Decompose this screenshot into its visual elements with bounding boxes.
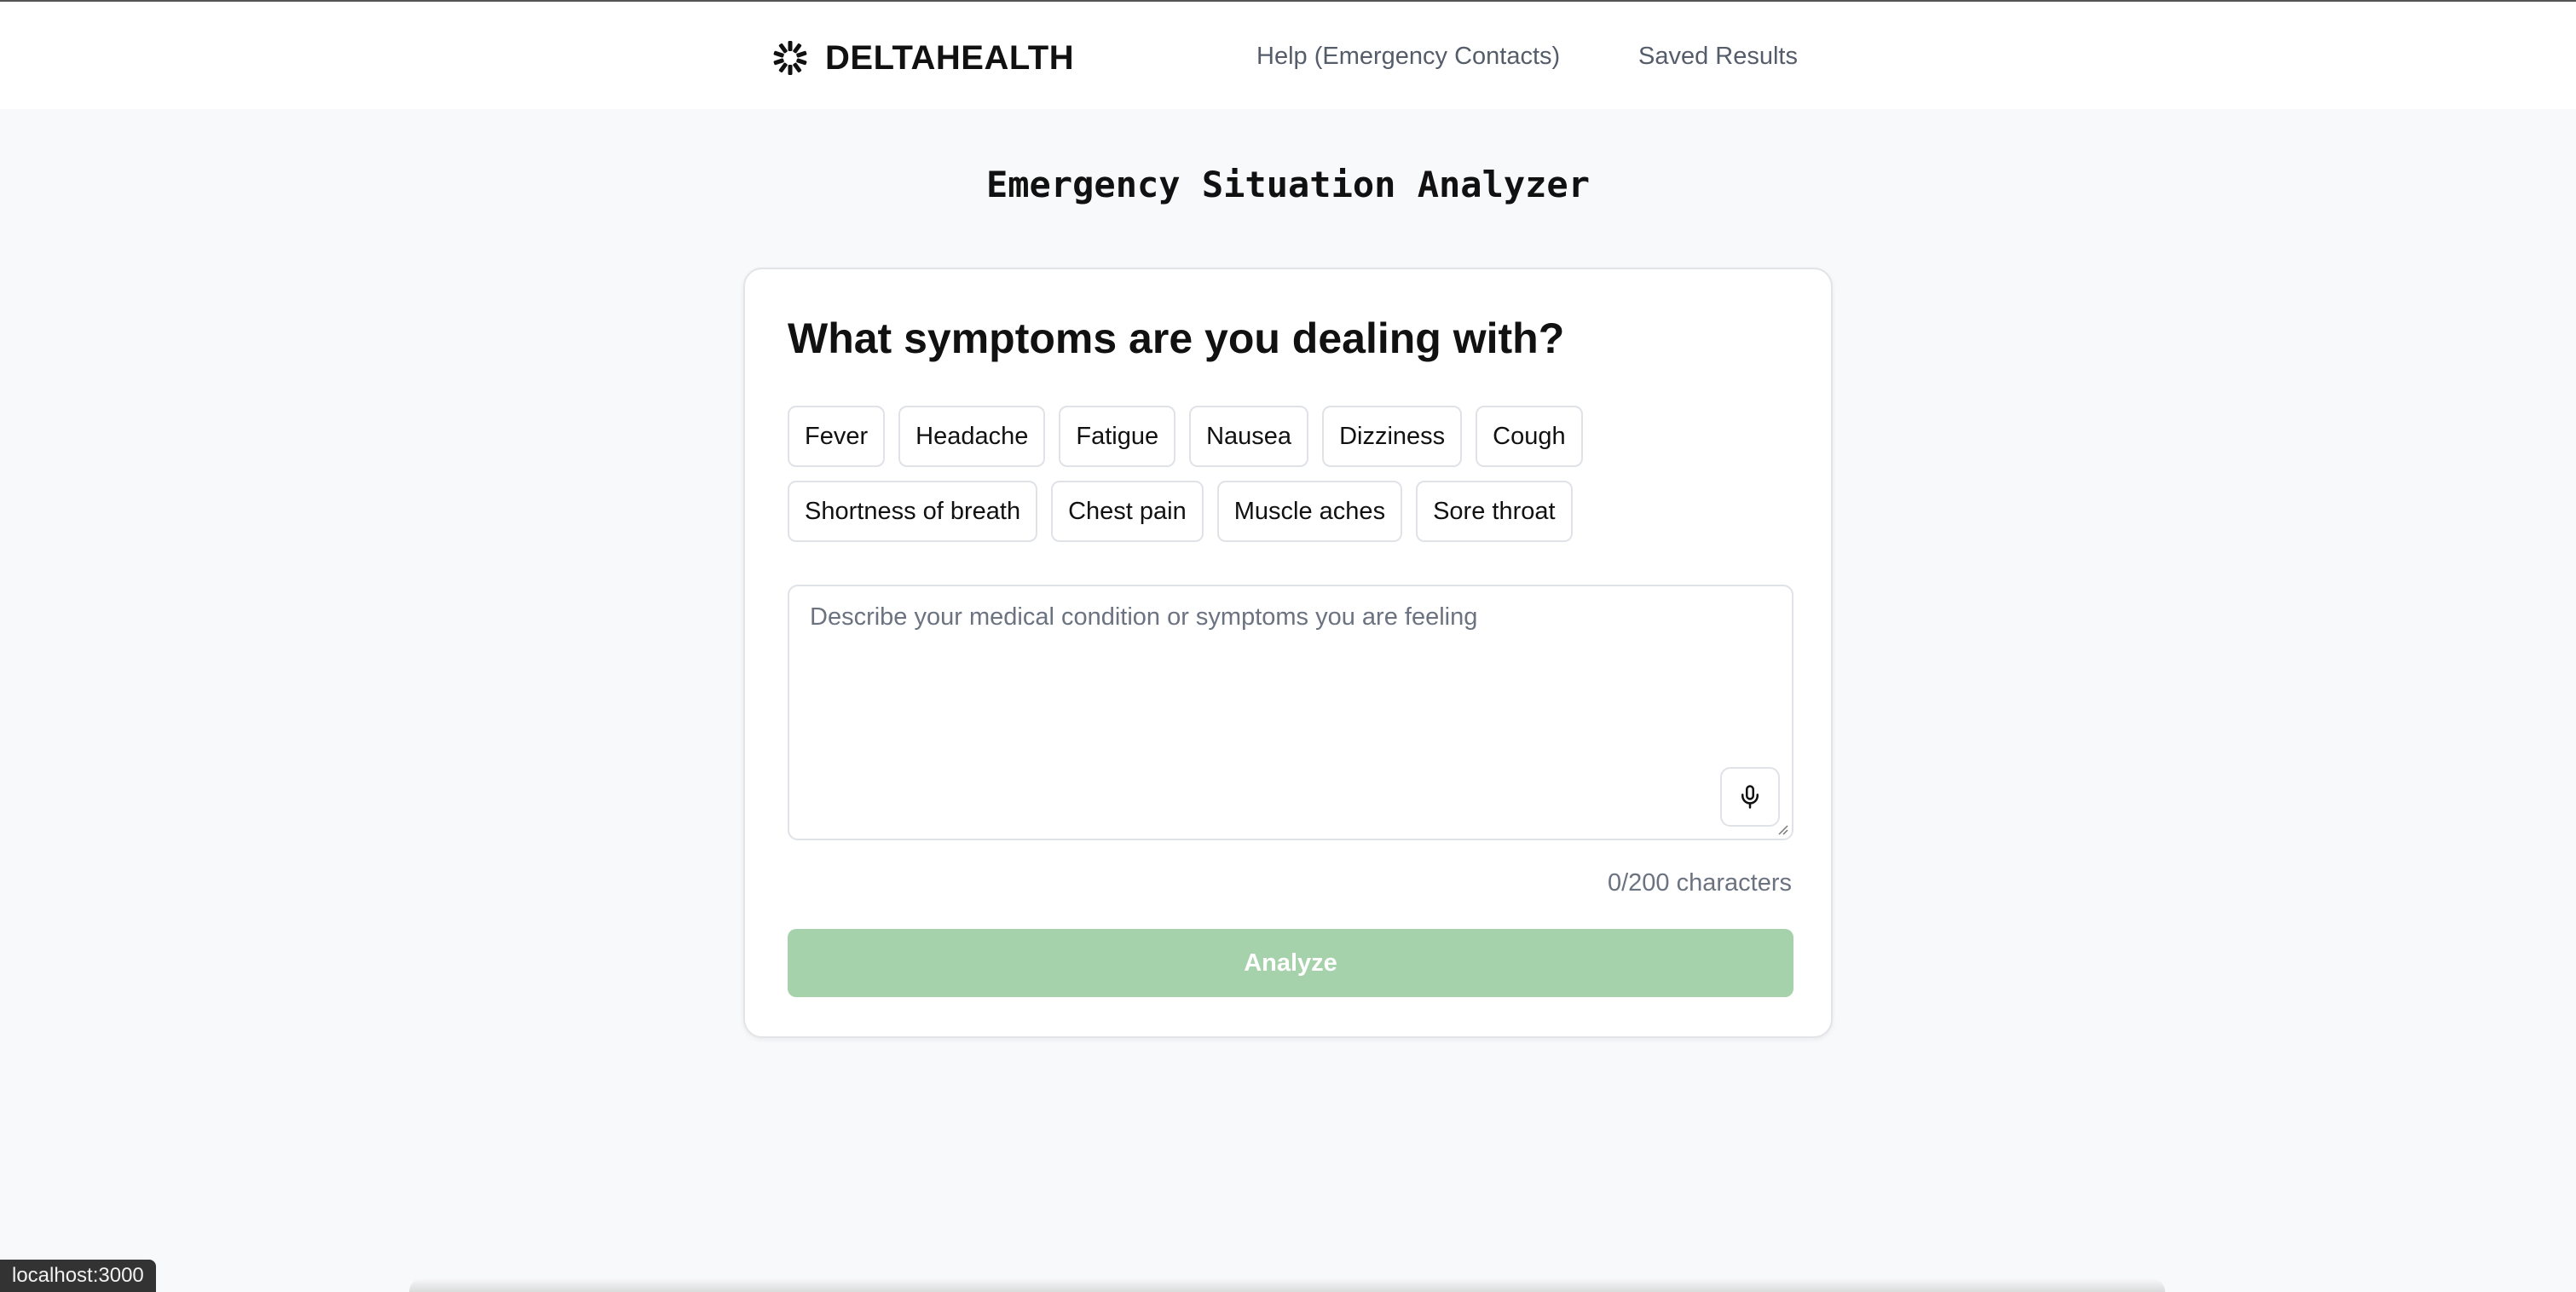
nav-link-help-emergency-contacts[interactable]: Help (Emergency Contacts) [1256,43,1560,71]
form-heading: What symptoms are you dealing with? [788,314,1565,362]
symptom-chip-cough[interactable]: Cough [1476,406,1583,467]
sparkle-burst-icon [773,41,807,75]
bottom-panel-shadow [409,1278,2165,1292]
status-bar-url: localhost:3000 [0,1260,156,1292]
resize-handle-icon[interactable] [1776,823,1788,835]
symptom-form-card: What symptoms are you dealing with? Feve… [743,268,1833,1038]
symptom-chip-fatigue[interactable]: Fatigue [1059,406,1176,467]
brand[interactable]: DELTAHEALTH [772,34,1074,82]
symptom-description-field [788,585,1793,840]
microphone-icon [1741,785,1759,809]
symptom-chip-dizziness[interactable]: Dizziness [1322,406,1463,467]
voice-input-button[interactable] [1720,767,1780,827]
symptom-chip-headache[interactable]: Headache [898,406,1046,467]
symptom-chip-chest-pain[interactable]: Chest pain [1051,481,1204,542]
page-title: Emergency Situation Analyzer [985,164,1590,205]
nav-link-saved-results[interactable]: Saved Results [1638,43,1798,71]
symptom-chip-sore-throat[interactable]: Sore throat [1416,481,1573,542]
navbar: DELTAHEALTH Help (Emergency Contacts) Sa… [0,2,2576,109]
symptom-chip-muscle-aches[interactable]: Muscle aches [1216,481,1403,542]
symptom-chip-shortness-of-breath[interactable]: Shortness of breath [788,481,1038,542]
brand-name: DELTAHEALTH [825,38,1075,77]
character-count: 0/200 characters [1607,869,1792,897]
analyze-button[interactable]: Analyze [788,929,1793,997]
symptom-chip-fever[interactable]: Fever [788,406,886,467]
symptom-chip-nausea[interactable]: Nausea [1189,406,1309,467]
symptom-description-input[interactable] [789,586,1792,839]
symptom-chips: Fever Headache Fatigue Nausea Dizziness … [788,406,1793,542]
